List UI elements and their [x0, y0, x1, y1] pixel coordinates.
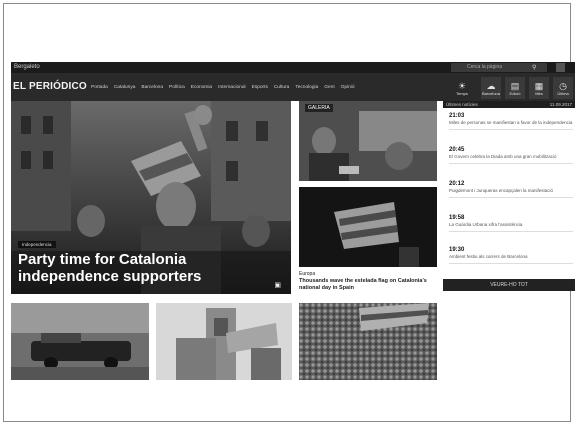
building-image: [156, 303, 292, 380]
news-item[interactable]: 19:58 La Guàrdia Urbana xifra l'assistèn…: [449, 215, 573, 232]
news-text: Miles de personas se manifiestan a favor…: [449, 120, 573, 125]
clock-icon: ◷: [559, 80, 567, 91]
grid-icon: ▦: [534, 80, 544, 91]
article-headline[interactable]: Thousands wave the estelada flag on Cata…: [299, 278, 437, 291]
top-bar: Bergaleto Cerca la pàgina ⚲: [11, 62, 575, 73]
car-image: [11, 303, 149, 380]
nav-link[interactable]: Esports: [252, 85, 268, 90]
nav-link[interactable]: Economia: [191, 85, 212, 90]
search-icon[interactable]: ⚲: [532, 64, 536, 71]
nav-links: Portada Catalunya Barcelona Política Eco…: [91, 85, 355, 90]
news-time: 20:45: [449, 147, 465, 153]
sidebar-title: Últimes notícies: [446, 102, 478, 107]
article-category[interactable]: Europa: [299, 271, 315, 277]
main-navbar: EL PERIÓDICO Portada Catalunya Barcelona…: [11, 73, 575, 101]
nav-tool-label: Més: [535, 90, 543, 96]
nav-tool-weather[interactable]: ☀ Temps: [447, 77, 477, 99]
nav-link[interactable]: Internacional: [218, 85, 245, 90]
see-all-button[interactable]: VEURE-HO TOT: [443, 279, 575, 291]
nav-link[interactable]: Cultura: [274, 85, 289, 90]
nav-link[interactable]: Catalunya: [114, 85, 136, 90]
hero-headline[interactable]: Party time for Catalonia independence su…: [18, 251, 218, 285]
nav-tool-cloud[interactable]: ☁ Barcelona: [481, 77, 501, 99]
nav-tool-label: Última: [557, 90, 569, 96]
weather-icon: ☀: [457, 80, 467, 91]
nav-tool-label: Edició: [509, 90, 521, 96]
gallery-photo[interactable]: [299, 101, 437, 181]
gallery-label: GALERIA: [305, 104, 333, 112]
thumbnail-crowd[interactable]: [299, 303, 437, 380]
flag-photo[interactable]: [299, 187, 437, 267]
nav-link[interactable]: Gent: [324, 85, 334, 90]
cloud-icon: ☁: [486, 80, 496, 91]
news-item[interactable]: 19:30 Ambient festiu als carrers de Barc…: [449, 247, 573, 264]
nav-link[interactable]: Tecnologia: [295, 85, 318, 90]
thumbnail-car[interactable]: [11, 303, 149, 380]
sidebar-header: Últimes notícies 11.09.2017: [443, 101, 575, 108]
hero-article[interactable]: Independencia Party time for Catalonia i…: [11, 101, 291, 294]
news-text: Ambient festiu als carrers de Barcelona: [449, 254, 528, 259]
nav-tools: ☀ Temps ☁ Barcelona ▤ Edició ▦ Més ◷ Últ…: [447, 77, 573, 99]
thumbnail-building[interactable]: [156, 303, 292, 380]
news-text: Puigdemont i Junqueras encapçalen la man…: [449, 188, 554, 193]
news-item[interactable]: 21:03 Miles de personas se manifiestan a…: [449, 113, 573, 130]
camera-icon: ▣: [274, 282, 281, 289]
nav-tool-label: Temps: [456, 90, 468, 96]
nav-tool-label: Barcelona: [481, 90, 500, 96]
latest-news-sidebar: Últimes notícies 11.09.2017 21:03 Miles …: [443, 101, 575, 291]
nav-link[interactable]: Portada: [91, 85, 108, 90]
flag-image: [299, 187, 437, 267]
nav-link[interactable]: Política: [169, 85, 185, 90]
nav-link[interactable]: Barcelona: [141, 85, 163, 90]
news-item[interactable]: 20:12 Puigdemont i Junqueras encapçalen …: [449, 181, 573, 198]
document-icon: ▤: [510, 80, 520, 91]
crowd-image: [299, 303, 437, 380]
nav-tool-edition[interactable]: ▤ Edició: [505, 77, 525, 99]
news-text: La Guàrdia Urbana xifra l'assistència: [449, 222, 523, 227]
news-time: 19:58: [449, 215, 465, 221]
news-time: 21:03: [449, 113, 465, 119]
hero-tag[interactable]: Independencia: [18, 241, 56, 248]
news-time: 19:30: [449, 247, 465, 253]
news-text: El Govern celebra la Diada amb una gran …: [449, 154, 557, 159]
nav-tool-latest[interactable]: ◷ Última: [553, 77, 573, 99]
language-selector[interactable]: Bergaleto: [14, 64, 40, 70]
gallery-image: [299, 101, 437, 181]
nav-link[interactable]: Opinió: [341, 85, 355, 90]
search-button[interactable]: [556, 63, 565, 72]
news-time: 20:12: [449, 181, 465, 187]
news-item[interactable]: 20:45 El Govern celebra la Diada amb una…: [449, 147, 573, 164]
sidebar-date: 11.09.2017: [549, 102, 572, 107]
site-logo[interactable]: EL PERIÓDICO: [13, 81, 87, 92]
nav-tool-more[interactable]: ▦ Més: [529, 77, 549, 99]
